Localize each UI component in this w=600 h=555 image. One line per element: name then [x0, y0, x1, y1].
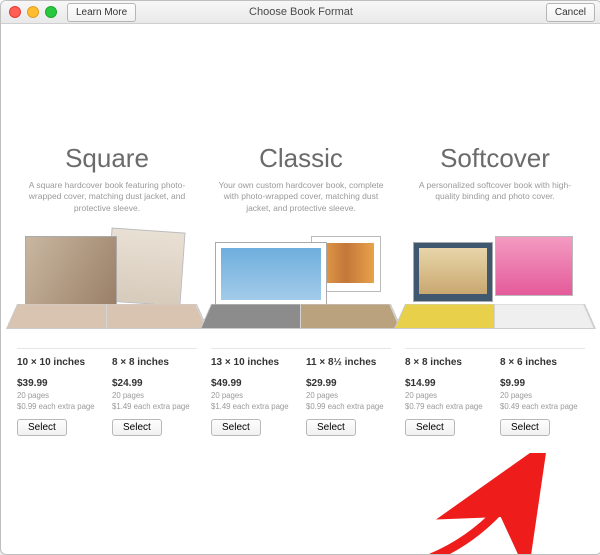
- option-extra: $0.99 each extra page: [306, 402, 391, 411]
- select-button[interactable]: Select: [500, 419, 550, 436]
- option-price: $39.99: [17, 378, 102, 389]
- select-button[interactable]: Select: [405, 419, 455, 436]
- option-extra: $0.99 each extra page: [17, 402, 102, 411]
- option-price: $49.99: [211, 378, 296, 389]
- option: 8 × 8 inches $24.99 20 pages $1.49 each …: [112, 357, 197, 436]
- option-pages: 20 pages: [17, 391, 102, 400]
- option-size: 8 × 8 inches: [112, 357, 197, 368]
- format-title: Softcover: [405, 143, 585, 174]
- divider: [211, 348, 391, 349]
- option: 8 × 6 inches $9.99 20 pages $0.49 each e…: [500, 357, 585, 436]
- content: Square A square hardcover book featuring…: [1, 23, 600, 554]
- format-title: Square: [17, 143, 197, 174]
- option-extra: $1.49 each extra page: [211, 402, 296, 411]
- preview-square: [17, 228, 197, 338]
- annotation-arrow-icon: [411, 453, 581, 555]
- format-desc: A square hardcover book featuring photo-…: [17, 180, 197, 222]
- option: 8 × 8 inches $14.99 20 pages $0.79 each …: [405, 357, 490, 436]
- zoom-icon[interactable]: [45, 6, 57, 18]
- window-controls: [9, 6, 57, 18]
- select-button[interactable]: Select: [17, 419, 67, 436]
- select-button[interactable]: Select: [211, 419, 261, 436]
- minimize-icon[interactable]: [27, 6, 39, 18]
- cancel-button[interactable]: Cancel: [546, 3, 595, 22]
- option: 13 × 10 inches $49.99 20 pages $1.49 eac…: [211, 357, 296, 436]
- option-pages: 20 pages: [500, 391, 585, 400]
- format-classic: Classic Your own custom hardcover book, …: [211, 143, 391, 436]
- select-button[interactable]: Select: [306, 419, 356, 436]
- option: 11 × 8½ inches $29.99 20 pages $0.99 eac…: [306, 357, 391, 436]
- format-softcover: Softcover A personalized softcover book …: [405, 143, 585, 436]
- option-price: $14.99: [405, 378, 490, 389]
- option-size: 8 × 6 inches: [500, 357, 585, 368]
- preview-classic: [211, 228, 391, 338]
- titlebar: Learn More Choose Book Format Cancel: [1, 1, 600, 24]
- option-pages: 20 pages: [405, 391, 490, 400]
- option-size: 8 × 8 inches: [405, 357, 490, 368]
- option-extra: $0.79 each extra page: [405, 402, 490, 411]
- format-desc: A personalized softcover book with high-…: [405, 180, 585, 222]
- option-price: $24.99: [112, 378, 197, 389]
- option-pages: 20 pages: [211, 391, 296, 400]
- option-extra: $0.49 each extra page: [500, 402, 585, 411]
- format-title: Classic: [211, 143, 391, 174]
- preview-softcover: [405, 228, 585, 338]
- divider: [17, 348, 197, 349]
- option-pages: 20 pages: [112, 391, 197, 400]
- close-icon[interactable]: [9, 6, 21, 18]
- option-extra: $1.49 each extra page: [112, 402, 197, 411]
- format-square: Square A square hardcover book featuring…: [17, 143, 197, 436]
- select-button[interactable]: Select: [112, 419, 162, 436]
- option: 10 × 10 inches $39.99 20 pages $0.99 eac…: [17, 357, 102, 436]
- option-pages: 20 pages: [306, 391, 391, 400]
- option-size: 13 × 10 inches: [211, 357, 296, 368]
- option-price: $9.99: [500, 378, 585, 389]
- format-desc: Your own custom hardcover book, complete…: [211, 180, 391, 222]
- learn-more-button[interactable]: Learn More: [67, 3, 136, 22]
- divider: [405, 348, 585, 349]
- option-size: 11 × 8½ inches: [306, 357, 391, 368]
- option-size: 10 × 10 inches: [17, 357, 102, 368]
- option-price: $29.99: [306, 378, 391, 389]
